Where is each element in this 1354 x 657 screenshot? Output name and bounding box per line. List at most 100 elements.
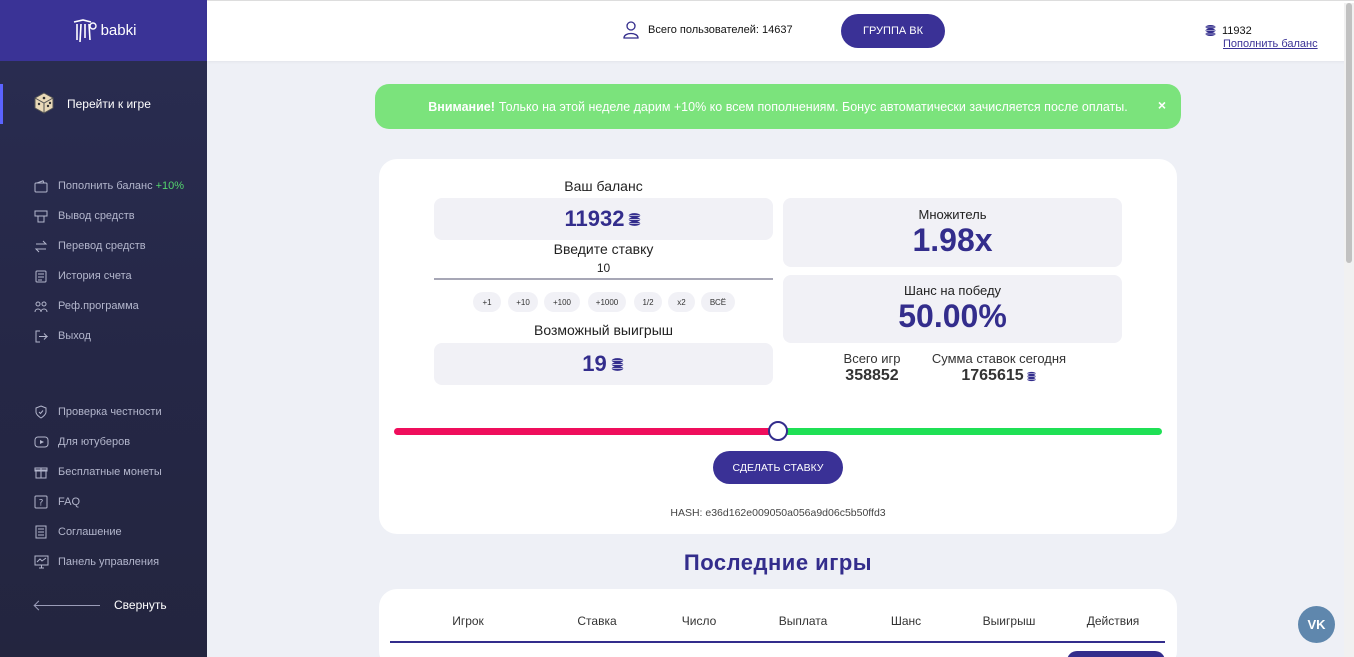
- coins-icon: [611, 357, 624, 371]
- bets-today-value: 1765615: [961, 367, 1024, 384]
- collapse-label: Свернуть: [114, 598, 167, 612]
- shield-icon: [33, 404, 49, 420]
- chance-value[interactable]: 50.00%: [898, 298, 1007, 335]
- slider-handle[interactable]: [768, 421, 788, 441]
- sidebar-item-topup[interactable]: Пополнить баланс +10%: [0, 171, 207, 201]
- sidebar-item-youtubers[interactable]: Для ютуберов: [0, 427, 207, 457]
- chance-box: Шанс на победу 50.00%: [783, 275, 1122, 343]
- table-divider: [390, 641, 1165, 643]
- column-header: Шанс: [890, 614, 922, 628]
- sidebar-item-label: FAQ: [58, 496, 81, 508]
- sidebar-item-history[interactable]: История счета: [0, 261, 207, 291]
- users-count-text: Всего пользователей: 14637: [648, 24, 793, 36]
- slider-lose-track: [394, 428, 778, 435]
- chance-label: Шанс на победу: [903, 283, 1002, 298]
- column-header: Действия: [1086, 614, 1140, 628]
- bets-today-stat: Сумма ставок сегодня 1765615: [919, 351, 1079, 385]
- make-bet-button[interactable]: СДЕЛАТЬ СТАВКУ: [713, 451, 843, 484]
- chance-slider[interactable]: [394, 421, 1162, 441]
- sidebar-item-transfer[interactable]: Перевод средств: [0, 231, 207, 261]
- svg-text:?: ?: [39, 499, 44, 509]
- sidebar-menu-main: Пополнить баланс +10% Вывод средств Перев…: [0, 171, 207, 351]
- sidebar-item-label: Проверка честности: [58, 406, 162, 418]
- scrollbar[interactable]: [1344, 3, 1354, 657]
- sidebar-item-fairness[interactable]: Проверка честности: [0, 397, 207, 427]
- balance-value: 11932: [564, 206, 625, 231]
- quick-bet-plus1[interactable]: +1: [473, 292, 501, 312]
- quick-bet-plus10[interactable]: +10: [508, 292, 538, 312]
- balance-box: 11932: [434, 198, 773, 240]
- bet-input[interactable]: 10: [434, 261, 773, 280]
- multiplier-box: Множитель 1.98x: [783, 198, 1122, 267]
- action-button[interactable]: [1067, 651, 1165, 657]
- logo-text: babki: [100, 22, 137, 39]
- win-box: 19: [434, 343, 773, 385]
- close-icon[interactable]: ×: [1158, 97, 1166, 113]
- sidebar-item-label: Пополнить баланс: [58, 180, 153, 192]
- header-balance-value: 11932: [1222, 24, 1252, 37]
- sidebar-item-label: Перейти к игре: [67, 97, 151, 111]
- last-games-table: Игрок Ставка Число Выплата Шанс Выигрыш …: [379, 589, 1177, 657]
- top-header: Всего пользователей: 14637 ГРУППА ВК 119…: [207, 0, 1354, 657]
- sidebar-item-faq[interactable]: ? FAQ: [0, 487, 207, 517]
- collapse-sidebar-button[interactable]: Свернуть: [35, 598, 167, 612]
- header-balance: 11932 Пополнить баланс: [1204, 24, 1318, 50]
- win-label: Возможный выигрыш: [533, 322, 673, 338]
- sidebar-item-referral[interactable]: Реф.программа: [0, 291, 207, 321]
- sidebar-item-free-coins[interactable]: Бесплатные монеты: [0, 457, 207, 487]
- sidebar-item-label: Перевод средств: [58, 240, 146, 252]
- sidebar-item-label: Вывод средств: [58, 210, 135, 222]
- multiplier-value[interactable]: 1.98x: [912, 222, 992, 259]
- user-icon: [623, 21, 639, 39]
- sidebar: babki Перейти к игре Пополнить баланс +10…: [0, 0, 207, 657]
- faq-icon: ?: [33, 494, 49, 510]
- sidebar-item-label: Для ютуберов: [58, 436, 131, 448]
- sidebar-item-label: История счета: [58, 270, 132, 282]
- bonus-badge: +10%: [155, 180, 185, 192]
- dice-icon: [33, 91, 55, 117]
- logout-icon: [33, 328, 49, 344]
- sidebar-item-dashboard[interactable]: Панель управления: [0, 547, 207, 577]
- gift-icon: [33, 464, 49, 480]
- game-hash: HASH: e36d162e009050a056a9d06c5b50ffd3: [670, 507, 886, 519]
- vk-group-button[interactable]: ГРУППА ВК: [841, 14, 945, 48]
- quick-bet-all[interactable]: ВСЁ: [701, 292, 735, 312]
- promo-alert: Внимание! Только на этой неделе дарим +1…: [375, 84, 1181, 129]
- column-header: Выигрыш: [982, 614, 1036, 628]
- wallet-icon: [33, 178, 49, 194]
- logo[interactable]: babki: [0, 0, 207, 61]
- column-header: Число: [681, 614, 717, 628]
- column-header: Игрок: [452, 614, 484, 628]
- quick-bet-double[interactable]: x2: [668, 292, 695, 312]
- sidebar-item-logout[interactable]: Выход: [0, 321, 207, 351]
- bets-today-row: 1765615: [919, 367, 1079, 385]
- dice-game-card: Ваш баланс 11932 Введите ставку 10 +1 +1…: [379, 159, 1177, 534]
- sidebar-item-withdraw[interactable]: Вывод средств: [0, 201, 207, 231]
- youtube-icon: [33, 434, 49, 450]
- coins-icon: [629, 212, 641, 226]
- win-value: 19: [582, 351, 607, 376]
- sidebar-item-label: Панель управления: [58, 556, 160, 568]
- topup-link[interactable]: Пополнить баланс: [1223, 38, 1318, 50]
- transfer-icon: [33, 238, 49, 254]
- total-games-label: Всего игр: [843, 351, 901, 366]
- sidebar-item-play[interactable]: Перейти к игре: [0, 84, 207, 124]
- last-games-title: Последние игры: [683, 550, 873, 575]
- balance-label: Ваш баланс: [564, 178, 643, 194]
- scrollbar-thumb[interactable]: [1346, 3, 1352, 263]
- sidebar-item-label: Выход: [58, 330, 91, 342]
- sidebar-item-agreement[interactable]: Соглашение: [0, 517, 207, 547]
- vk-chat-button[interactable]: VK: [1298, 606, 1335, 643]
- dashboard-icon: [33, 554, 49, 570]
- sidebar-item-label: Бесплатные монеты: [58, 466, 162, 478]
- logo-icon: [73, 18, 97, 42]
- quick-bet-plus1000[interactable]: +1000: [588, 292, 626, 312]
- total-games-stat: Всего игр 358852: [822, 351, 922, 385]
- sidebar-item-label: Реф.программа: [58, 300, 139, 312]
- bet-label: Введите ставку: [553, 241, 654, 257]
- slider-win-track: [778, 428, 1162, 435]
- users-count: Всего пользователей: 14637: [623, 21, 793, 39]
- atm-icon: [33, 208, 49, 224]
- quick-bet-plus100[interactable]: +100: [544, 292, 580, 312]
- quick-bet-half[interactable]: 1/2: [634, 292, 662, 312]
